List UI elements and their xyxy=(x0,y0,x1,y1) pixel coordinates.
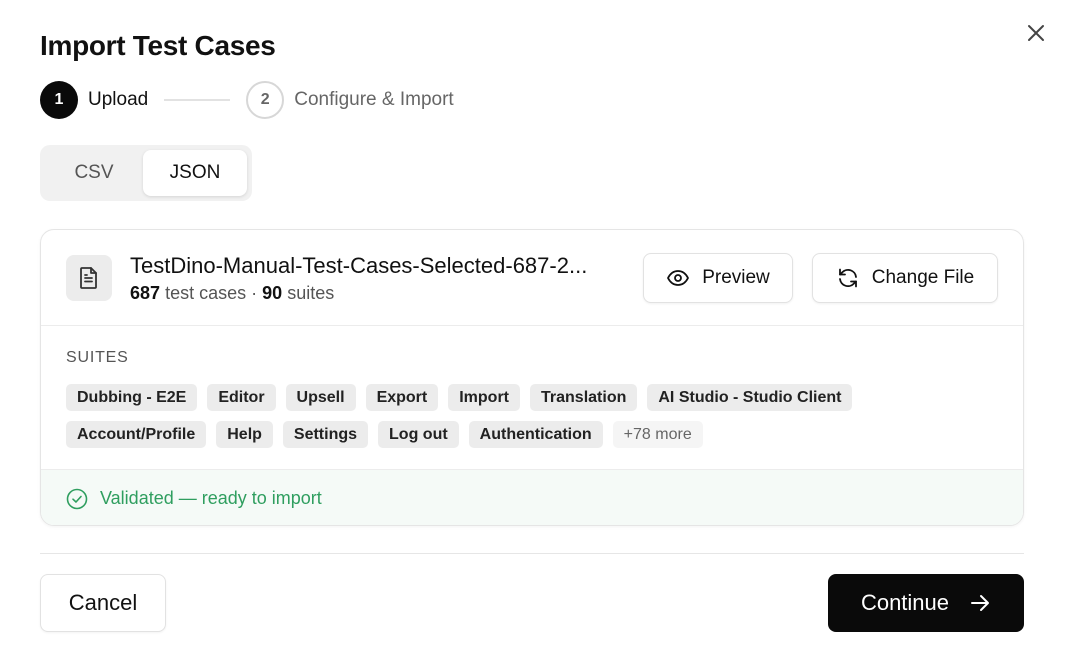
file-meta: 687 test cases · 90 suites xyxy=(130,283,334,304)
file-row: TestDino-Manual-Test-Cases-Selected-687-… xyxy=(41,230,1023,326)
suite-tag: AI Studio - Studio Client xyxy=(647,384,853,411)
step-connector xyxy=(164,99,231,101)
suite-tag: Dubbing - E2E xyxy=(66,384,198,411)
test-case-label: test cases xyxy=(165,283,247,303)
suite-tags-row-2: Account/Profile Help Settings Log out Au… xyxy=(66,421,703,448)
validation-text: Validated — ready to import xyxy=(100,488,322,508)
continue-button[interactable]: Continue xyxy=(828,574,1024,632)
check-circle-icon xyxy=(66,488,88,509)
suite-tag: Log out xyxy=(378,421,459,448)
step-1-indicator: 1 xyxy=(40,81,78,119)
step-1-label: Upload xyxy=(88,89,149,110)
tab-json[interactable]: JSON xyxy=(143,150,247,196)
suite-tag: Upsell xyxy=(285,384,356,411)
suites-heading: SUITES xyxy=(66,349,129,366)
file-name: TestDino-Manual-Test-Cases-Selected-687-… xyxy=(130,253,588,278)
stepper: 1 Upload 2 Configure & Import xyxy=(40,81,454,119)
validation-status: Validated — ready to import xyxy=(41,469,1023,525)
step-2-indicator: 2 xyxy=(246,81,285,119)
eye-icon xyxy=(667,270,690,286)
suite-tag: Authentication xyxy=(468,421,603,448)
suite-tag: Import xyxy=(448,384,521,411)
refresh-icon xyxy=(838,268,857,288)
change-file-label: Change File xyxy=(871,267,975,288)
suite-tag: Account/Profile xyxy=(66,421,207,448)
dialog-title: Import Test Cases xyxy=(40,30,276,61)
meta-separator: · xyxy=(251,283,258,303)
suite-tag: Settings xyxy=(282,421,369,448)
suite-label: suites xyxy=(287,283,335,303)
step-2-label: Configure & Import xyxy=(294,89,454,110)
close-icon[interactable] xyxy=(1024,21,1048,45)
change-file-button[interactable]: Change File xyxy=(812,253,998,303)
arrow-right-icon xyxy=(971,595,990,611)
continue-label: Continue xyxy=(860,590,950,615)
suite-tag: Help xyxy=(216,421,273,448)
suites-section: SUITES Dubbing - E2E Editor Upsell Expor… xyxy=(41,326,1023,469)
cancel-button[interactable]: Cancel xyxy=(40,574,166,632)
tab-csv[interactable]: CSV xyxy=(45,150,143,196)
suite-tag: Translation xyxy=(530,384,638,411)
import-test-cases-dialog: Import Test Cases 1 Upload 2 Configure &… xyxy=(0,0,1068,665)
suite-count: 90 xyxy=(262,283,283,303)
footer-divider xyxy=(40,553,1024,554)
more-suites-tag[interactable]: +78 more xyxy=(612,421,703,448)
suite-tag: Editor xyxy=(207,384,276,411)
file-card: TestDino-Manual-Test-Cases-Selected-687-… xyxy=(40,229,1024,526)
file-text-icon xyxy=(66,255,112,301)
suite-tags-row-1: Dubbing - E2E Editor Upsell Export Impor… xyxy=(66,384,853,411)
test-case-count: 687 xyxy=(130,283,161,303)
format-tabs: CSV JSON xyxy=(40,145,252,201)
preview-button[interactable]: Preview xyxy=(643,253,793,303)
suite-tag: Export xyxy=(365,384,439,411)
preview-label: Preview xyxy=(702,267,770,288)
